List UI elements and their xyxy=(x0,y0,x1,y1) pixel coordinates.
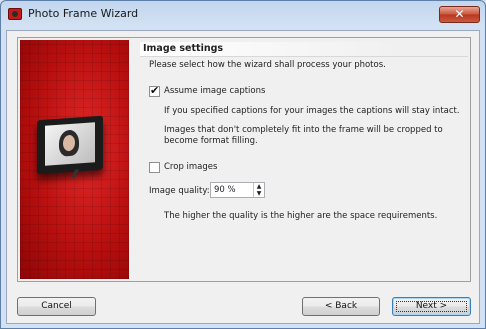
cancel-button[interactable]: Cancel xyxy=(17,297,96,316)
crop-images-label[interactable]: Crop images xyxy=(164,162,217,172)
wizard-window: Photo Frame Wizard ✕ Image settings Plea… xyxy=(0,0,486,329)
spin-buttons: ▲ ▼ xyxy=(253,183,264,197)
assume-captions-label[interactable]: Assume image captions xyxy=(164,86,265,96)
captions-description: If you specified captions for your image… xyxy=(164,106,460,116)
quality-hint: The higher the quality is the higher are… xyxy=(164,211,438,221)
crop-description: Images that don't completely fit into th… xyxy=(164,125,443,146)
wizard-side-image xyxy=(20,40,129,279)
next-button[interactable]: Next > xyxy=(392,297,471,316)
section-title: Image settings xyxy=(140,42,468,57)
frame-stand xyxy=(70,169,80,178)
portrait-photo xyxy=(45,122,95,166)
wizard-page: Image settings Please select how the wiz… xyxy=(17,37,471,282)
window-title: Photo Frame Wizard xyxy=(28,7,139,20)
image-quality-spinbox[interactable]: 90 % ▲ ▼ xyxy=(210,182,265,198)
image-quality-label: Image quality: xyxy=(149,186,210,196)
spin-up-icon[interactable]: ▲ xyxy=(254,183,264,190)
intro-text: Please select how the wizard shall proce… xyxy=(149,60,386,70)
image-quality-value[interactable]: 90 % xyxy=(214,185,236,195)
spin-down-icon[interactable]: ▼ xyxy=(254,190,264,197)
title-bar: Photo Frame Wizard ✕ xyxy=(1,1,485,27)
app-icon xyxy=(8,8,22,20)
crop-images-checkbox[interactable] xyxy=(149,162,160,173)
close-button[interactable]: ✕ xyxy=(439,6,480,23)
back-button[interactable]: < Back xyxy=(302,297,380,316)
assume-captions-checkbox[interactable] xyxy=(149,84,160,97)
focus-ring xyxy=(396,301,467,312)
wizard-client-area: Image settings Please select how the wiz… xyxy=(6,30,480,324)
photo-frame-image xyxy=(37,115,103,178)
